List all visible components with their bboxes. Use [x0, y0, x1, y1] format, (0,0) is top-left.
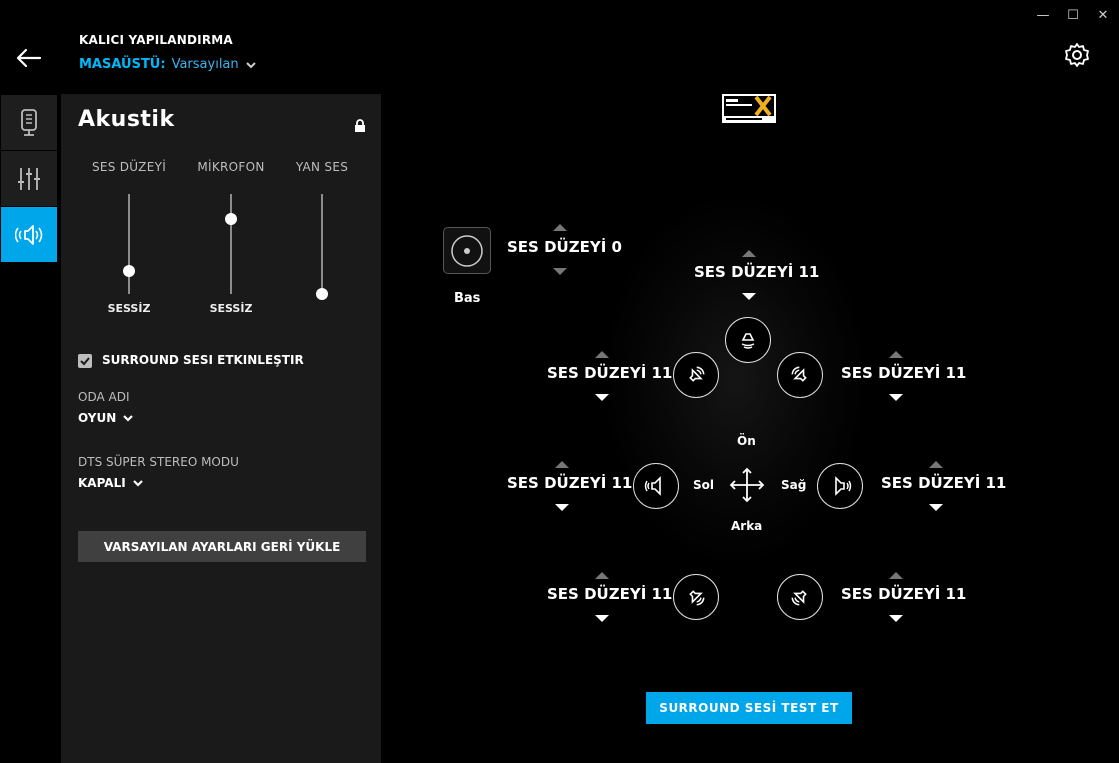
side-right-level-up[interactable] — [929, 461, 943, 468]
rear-right-level-up[interactable] — [889, 572, 903, 579]
room-dropdown[interactable]: OYUN — [78, 411, 134, 425]
side-left-level-down[interactable] — [555, 504, 569, 511]
configuration-title: KALICI YAPILANDIRMA — [79, 33, 233, 47]
rear-left-speaker-icon — [689, 590, 705, 606]
settings-button[interactable] — [1063, 41, 1091, 69]
room-label: ODA ADI — [78, 390, 130, 404]
nav-microphone[interactable] — [1, 95, 57, 150]
subwoofer-icon — [451, 234, 483, 267]
volume-min-label: SESSİZ — [107, 302, 151, 315]
front-left-speaker-icon — [689, 366, 705, 382]
bass-speaker[interactable] — [443, 227, 491, 274]
sidetone-slider-track[interactable] — [321, 194, 323, 294]
chevron-down-icon — [132, 480, 143, 487]
side-right-speaker[interactable] — [817, 463, 863, 509]
slider-label-volume: SES DÜZEYİ — [91, 160, 167, 174]
center-speaker[interactable] — [725, 317, 771, 363]
bass-label: Bas — [454, 291, 481, 306]
center-speaker-icon — [741, 333, 755, 349]
profile-selector[interactable]: MASAÜSTÜ: Varsayılan — [79, 57, 257, 72]
rear-right-speaker[interactable] — [777, 574, 823, 620]
surround-checkbox-label: SURROUND SESI ETKINLEŞTIR — [102, 353, 304, 367]
bass-level-down[interactable] — [553, 268, 567, 275]
front-left-level-up[interactable] — [595, 351, 609, 358]
nav-acoustic[interactable] — [1, 207, 57, 262]
rear-right-speaker-icon — [791, 590, 807, 606]
dts-mode-dropdown[interactable]: KAPALI — [78, 476, 144, 490]
rear-left-level: SES DÜZEYİ 11 — [547, 585, 673, 603]
minimize-button[interactable]: — — [1030, 4, 1056, 26]
bass-level: SES DÜZEYİ 0 — [507, 238, 622, 256]
panel-title: Akustik — [78, 107, 175, 132]
side-right-level-down[interactable] — [929, 504, 943, 511]
center-level-up[interactable] — [742, 250, 756, 257]
microphone-min-label: SESSİZ — [209, 302, 253, 315]
dts-mode-label: DTS SÜPER STEREO MODU — [78, 455, 239, 469]
rear-left-speaker[interactable] — [673, 574, 719, 620]
gear-icon — [1065, 43, 1089, 67]
slider-label-sidetone: YAN SES — [295, 160, 349, 174]
chevron-down-icon — [245, 61, 256, 68]
front-direction-label: Ön — [737, 434, 756, 448]
rear-right-level-down[interactable] — [889, 615, 903, 622]
equalizer-icon — [18, 167, 40, 190]
volume-slider-track[interactable] — [128, 194, 130, 294]
dts-mode-value: KAPALI — [78, 476, 126, 490]
right-direction-label: Sağ — [781, 478, 807, 492]
acoustic-panel: Akustik SES DÜZEYİ MİKROFON YAN SES SESS… — [61, 94, 381, 763]
sidetone-slider-handle[interactable] — [316, 288, 328, 300]
front-left-level-down[interactable] — [595, 394, 609, 401]
back-button[interactable] — [14, 44, 44, 72]
back-direction-label: Arka — [731, 519, 763, 533]
front-right-level-down[interactable] — [889, 394, 903, 401]
side-right-level: SES DÜZEYİ 11 — [881, 474, 1007, 492]
center-level: SES DÜZEYİ 11 — [694, 263, 820, 281]
side-left-speaker[interactable] — [633, 463, 679, 509]
side-right-speaker-icon — [835, 476, 852, 496]
lock-icon — [353, 118, 367, 132]
rear-left-level-down[interactable] — [595, 615, 609, 622]
front-left-speaker[interactable] — [673, 352, 719, 398]
bass-level-up[interactable] — [553, 224, 567, 231]
side-left-speaker-icon — [644, 476, 661, 496]
dts-headphone-x-logo — [722, 94, 776, 123]
rear-left-level-up[interactable] — [595, 572, 609, 579]
surround-test-button[interactable]: SURROUND SESİ TEST ET — [646, 692, 852, 724]
front-right-speaker[interactable] — [777, 352, 823, 398]
center-level-down[interactable] — [742, 293, 756, 300]
chevron-down-icon — [123, 415, 134, 422]
maximize-button[interactable]: ☐ — [1060, 4, 1086, 26]
front-right-level-up[interactable] — [889, 351, 903, 358]
microphone-slider-track[interactable] — [230, 194, 232, 294]
left-direction-label: Sol — [693, 478, 714, 492]
side-left-level: SES DÜZEYİ 11 — [507, 474, 633, 492]
move-arrows-icon — [729, 467, 765, 503]
checkmark-icon — [80, 357, 90, 366]
close-button[interactable]: ✕ — [1090, 4, 1116, 26]
surround-checkbox[interactable] — [78, 354, 92, 368]
front-left-level: SES DÜZEYİ 11 — [547, 364, 673, 382]
rear-right-level: SES DÜZEYİ 11 — [841, 585, 967, 603]
volume-slider-handle[interactable] — [123, 265, 135, 277]
front-right-level: SES DÜZEYİ 11 — [841, 364, 967, 382]
microphone-slider-handle[interactable] — [225, 213, 237, 225]
front-right-speaker-icon — [791, 366, 807, 382]
profile-name: MASAÜSTÜ: — [79, 57, 166, 72]
arrow-left-icon — [16, 48, 42, 68]
microphone-icon — [21, 108, 37, 136]
restore-defaults-button[interactable]: VARSAYILAN AYARLARI GERİ YÜKLE — [78, 531, 366, 562]
nav-equalizer[interactable] — [1, 151, 57, 206]
side-left-level-up[interactable] — [555, 461, 569, 468]
profile-value: Varsayılan — [171, 57, 239, 72]
acoustic-speaker-icon — [15, 224, 43, 245]
room-value: OYUN — [78, 411, 117, 425]
